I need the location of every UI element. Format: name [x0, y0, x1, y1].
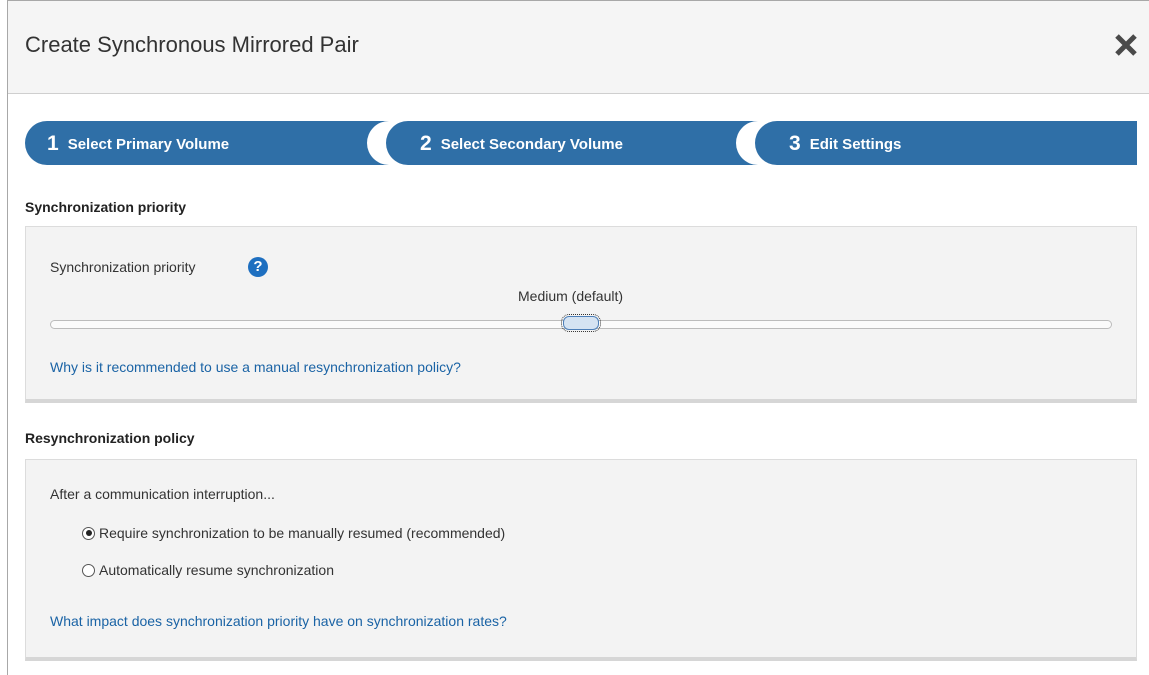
question-circle-icon[interactable]: ? — [248, 257, 268, 277]
wizard-steps: 1 Select Primary Volume 2 Select Secondary… — [25, 121, 1137, 165]
radio-button[interactable] — [82, 563, 95, 577]
radio-label: Automatically resume synchronization — [99, 562, 334, 578]
resync-policy-panel: After a communication interruption... Re… — [25, 459, 1137, 661]
step-label: Edit Settings — [809, 136, 902, 153]
radio-label: Require synchronization to be manually r… — [99, 525, 506, 541]
wizard-step-2[interactable]: 2 Select Secondary Volume — [420, 121, 623, 165]
radio-option-manual[interactable]: Require synchronization to be manually r… — [82, 524, 505, 542]
radio-button[interactable] — [82, 526, 95, 540]
wizard-step-3[interactable]: 3 Edit Settings — [789, 121, 901, 165]
create-mirrored-pair-dialog: Create Synchronous Mirrored Pair 1 Select… — [7, 0, 1149, 675]
dialog-header: Create Synchronous Mirrored Pair — [8, 1, 1149, 94]
sync-priority-panel: Synchronization priority ? Medium (defau… — [25, 226, 1137, 403]
dialog-title: Create Synchronous Mirrored Pair — [25, 32, 359, 57]
close-x-icon[interactable] — [1111, 30, 1141, 60]
wizard-step-1[interactable]: 1 Select Primary Volume — [47, 121, 229, 165]
step-number: 1 — [47, 132, 59, 155]
step-number: 3 — [789, 132, 801, 155]
sync-priority-rates-link[interactable]: What impact does synchronization priorit… — [50, 613, 507, 629]
radio-option-automatic[interactable]: Automatically resume synchronization — [82, 561, 334, 579]
step-label: Select Secondary Volume — [440, 136, 623, 153]
sync-priority-heading: Synchronization priority — [25, 199, 187, 215]
resync-intro-text: After a communication interruption... — [50, 486, 275, 502]
manual-resync-policy-link[interactable]: Why is it recommended to use a manual re… — [50, 359, 461, 375]
sync-priority-label: Synchronization priority — [50, 259, 196, 275]
resync-policy-heading: Resynchronization policy — [25, 430, 195, 446]
step-number: 2 — [420, 132, 432, 155]
sync-priority-slider-handle[interactable] — [561, 314, 601, 332]
step-label: Select Primary Volume — [67, 136, 230, 153]
slider-value-label: Medium (default) — [518, 288, 624, 304]
